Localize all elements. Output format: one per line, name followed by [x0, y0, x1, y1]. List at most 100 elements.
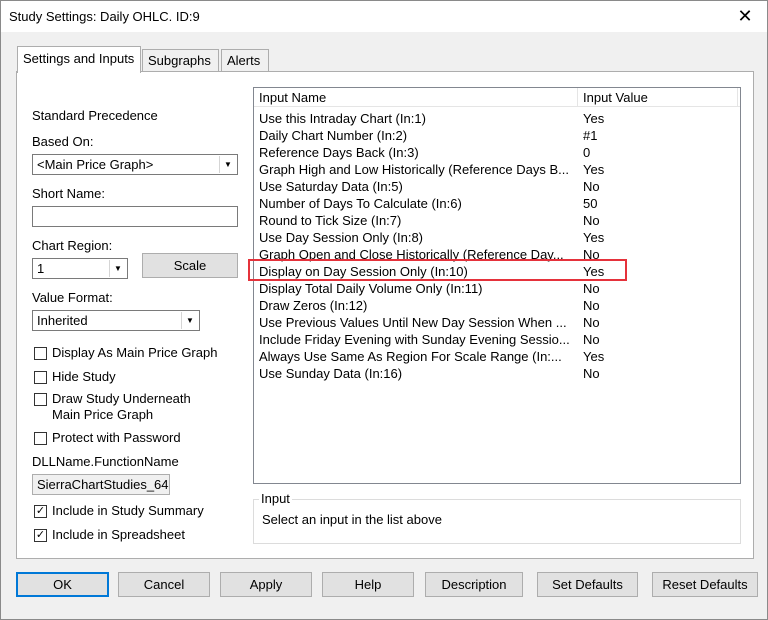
standard-precedence-label: Standard Precedence	[32, 108, 158, 123]
input-name-cell: Use this Intraday Chart (In:1)	[259, 111, 426, 126]
close-icon[interactable]: ✕	[723, 1, 767, 32]
input-name-cell: Use Saturday Data (In:5)	[259, 179, 403, 194]
table-row[interactable]: Use Sunday Data (In:16) No	[254, 365, 740, 382]
input-value-cell[interactable]: No	[583, 365, 600, 382]
cancel-button[interactable]: Cancel	[118, 572, 210, 597]
input-value-cell[interactable]: 50	[583, 195, 597, 212]
input-name-cell: Include Friday Evening with Sunday Eveni…	[259, 332, 570, 347]
table-row[interactable]: Use Day Session Only (In:8) Yes	[254, 229, 740, 246]
table-row[interactable]: Always Use Same As Region For Scale Rang…	[254, 348, 740, 365]
chevron-down-icon[interactable]: ▼	[109, 260, 126, 277]
short-name-label: Short Name:	[32, 186, 105, 201]
hide-study-checkbox[interactable]: Hide Study	[34, 369, 116, 384]
display-as-main-price-graph-checkbox[interactable]: Display As Main Price Graph	[34, 345, 217, 360]
help-button[interactable]: Help	[322, 572, 414, 597]
input-name-cell: Draw Zeros (In:12)	[259, 298, 368, 313]
input-groupbox: Input Select an input in the list above	[253, 491, 741, 544]
table-row[interactable]: Display Total Daily Volume Only (In:11) N…	[254, 280, 740, 297]
include-in-spreadsheet-checkbox[interactable]: ✓ Include in Spreadsheet	[34, 527, 185, 542]
input-name-cell: Graph High and Low Historically (Referen…	[259, 162, 569, 177]
based-on-value: <Main Price Graph>	[37, 157, 154, 172]
checkbox-label: Include in Spreadsheet	[52, 527, 185, 542]
value-format-value: Inherited	[37, 313, 88, 328]
input-value-cell[interactable]: Yes	[583, 348, 604, 365]
highlight-box	[248, 259, 627, 281]
table-row[interactable]: Graph High and Low Historically (Referen…	[254, 161, 740, 178]
tab-subgraphs[interactable]: Subgraphs	[142, 49, 219, 72]
input-value-cell[interactable]: 0	[583, 144, 590, 161]
table-row[interactable]: Daily Chart Number (In:2) #1	[254, 127, 740, 144]
chevron-down-icon[interactable]: ▼	[219, 156, 236, 173]
chevron-down-icon[interactable]: ▼	[181, 312, 198, 329]
input-name-cell: Reference Days Back (In:3)	[259, 145, 419, 160]
tab-alerts[interactable]: Alerts	[221, 49, 269, 72]
input-name-cell: Use Day Session Only (In:8)	[259, 230, 424, 245]
window-title: Study Settings: Daily OHLC. ID:9	[9, 9, 200, 24]
checkmark-icon[interactable]: ✓	[34, 505, 47, 518]
tab-settings-and-inputs[interactable]: Settings and Inputs	[17, 46, 141, 73]
input-value-cell[interactable]: No	[583, 178, 600, 195]
ok-button[interactable]: OK	[16, 572, 109, 597]
reset-defaults-button[interactable]: Reset Defaults	[652, 572, 758, 597]
scale-button[interactable]: Scale	[142, 253, 238, 278]
draw-study-underneath-checkbox[interactable]: Draw Study Underneath Main Price Graph	[34, 391, 204, 423]
protect-with-password-checkbox[interactable]: Protect with Password	[34, 430, 181, 445]
checkbox-label: Protect with Password	[52, 430, 181, 445]
list-header: Input Name Input Value	[254, 88, 740, 107]
based-on-dropdown[interactable]: <Main Price Graph> ▼	[32, 154, 238, 175]
input-value-cell[interactable]: No	[583, 314, 600, 331]
input-value-cell[interactable]: No	[583, 280, 600, 297]
inputs-list[interactable]: Input Name Input Value Use this Intraday…	[253, 87, 741, 484]
title-bar: Study Settings: Daily OHLC. ID:9 ✕	[1, 1, 767, 32]
input-value-cell[interactable]: No	[583, 212, 600, 229]
input-name-cell: Always Use Same As Region For Scale Rang…	[259, 349, 562, 364]
input-value-cell[interactable]: Yes	[583, 161, 604, 178]
checkbox-box[interactable]	[34, 347, 47, 360]
checkbox-label: Display As Main Price Graph	[52, 345, 218, 360]
based-on-label: Based On:	[32, 134, 94, 149]
chart-region-dropdown[interactable]: 1 ▼	[32, 258, 128, 279]
table-row[interactable]: Number of Days To Calculate (In:6) 50	[254, 195, 740, 212]
table-row[interactable]: Use Saturday Data (In:5) No	[254, 178, 740, 195]
input-name-cell: Daily Chart Number (In:2)	[259, 128, 408, 143]
chart-region-label: Chart Region:	[32, 238, 113, 253]
apply-button[interactable]: Apply	[220, 572, 312, 597]
checkbox-box[interactable]	[34, 393, 47, 406]
description-button[interactable]: Description	[425, 572, 523, 597]
input-value-cell[interactable]: #1	[583, 127, 597, 144]
chart-region-value: 1	[37, 261, 45, 276]
table-row[interactable]: Use this Intraday Chart (In:1) Yes	[254, 110, 740, 127]
input-value-cell[interactable]: Yes	[583, 110, 604, 127]
table-row[interactable]: Draw Zeros (In:12) No	[254, 297, 740, 314]
checkbox-label: Draw Study Underneath Main Price Graph	[52, 391, 191, 422]
checkmark-icon[interactable]: ✓	[34, 529, 47, 542]
checkbox-label: Hide Study	[52, 369, 116, 384]
set-defaults-button[interactable]: Set Defaults	[537, 572, 638, 597]
table-row[interactable]: Round to Tick Size (In:7) No	[254, 212, 740, 229]
column-header-input-value[interactable]: Input Value	[578, 88, 738, 107]
input-name-cell: Use Previous Values Until New Day Sessio…	[259, 315, 567, 330]
study-settings-dialog: Study Settings: Daily OHLC. ID:9 ✕ Setti…	[0, 0, 768, 620]
table-row[interactable]: Reference Days Back (In:3) 0	[254, 144, 740, 161]
checkbox-box[interactable]	[34, 371, 47, 384]
input-group-title: Input	[259, 491, 292, 506]
value-format-label: Value Format:	[32, 290, 113, 305]
input-value-cell[interactable]: No	[583, 331, 600, 348]
table-row[interactable]: Include Friday Evening with Sunday Eveni…	[254, 331, 740, 348]
dll-function-label: DLLName.FunctionName	[32, 454, 179, 469]
short-name-input[interactable]	[32, 206, 238, 227]
input-value-cell[interactable]: No	[583, 297, 600, 314]
table-row[interactable]: Use Previous Values Until New Day Sessio…	[254, 314, 740, 331]
checkbox-box[interactable]	[34, 432, 47, 445]
include-in-study-summary-checkbox[interactable]: ✓ Include in Study Summary	[34, 503, 204, 518]
input-name-cell: Round to Tick Size (In:7)	[259, 213, 402, 228]
dll-function-field[interactable]: SierraChartStudies_64	[32, 474, 170, 495]
value-format-dropdown[interactable]: Inherited ▼	[32, 310, 200, 331]
column-header-input-name[interactable]: Input Name	[254, 88, 578, 107]
input-name-cell: Use Sunday Data (In:16)	[259, 366, 403, 381]
input-value-cell[interactable]: Yes	[583, 229, 604, 246]
checkbox-label: Include in Study Summary	[52, 503, 204, 518]
input-name-cell: Number of Days To Calculate (In:6)	[259, 196, 462, 211]
input-group-text: Select an input in the list above	[262, 512, 442, 527]
input-name-cell: Display Total Daily Volume Only (In:11)	[259, 281, 483, 296]
